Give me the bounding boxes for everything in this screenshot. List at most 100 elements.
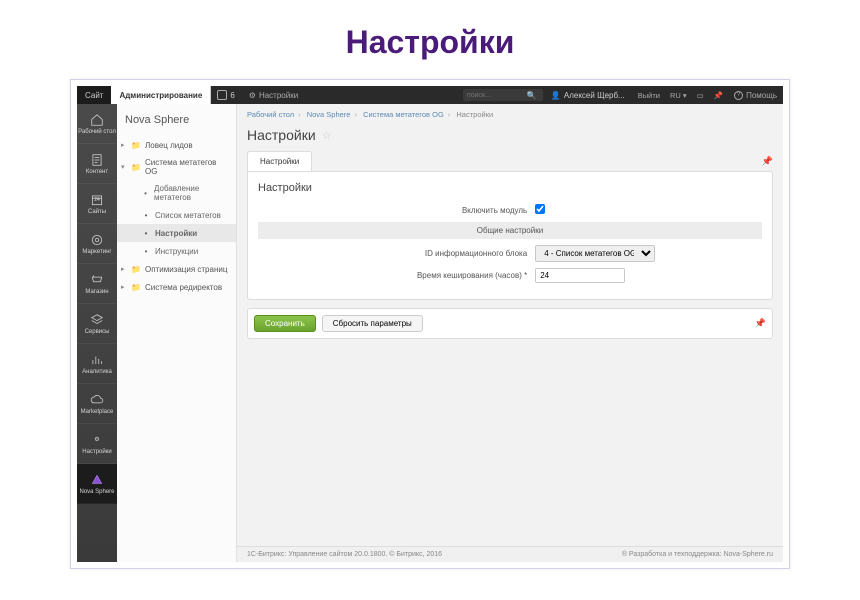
search-icon: 🔍 bbox=[527, 91, 537, 100]
reset-button[interactable]: Сбросить параметры bbox=[322, 315, 423, 332]
gear-icon: ⚙ bbox=[90, 433, 104, 447]
topbar-updates[interactable]: 6 bbox=[211, 86, 240, 104]
module-tree: ▸📁Ловец лидов ▾📁Система метатегов OG •До… bbox=[117, 136, 236, 296]
cache-input[interactable] bbox=[535, 268, 625, 283]
tree-og-settings[interactable]: •Настройки bbox=[117, 224, 236, 242]
app-window: Сайт Администрирование 6 ⚙ Настройки 🔍 👤… bbox=[77, 86, 783, 562]
footer: 1С-Битрикс: Управление сайтом 20.0.1800.… bbox=[237, 546, 783, 562]
section-common: Общие настройки bbox=[258, 222, 762, 239]
tree-og-instructions[interactable]: •Инструкции bbox=[117, 242, 236, 260]
user-name: Алексей Щерб... bbox=[564, 91, 625, 100]
tabs-bar: Настройки 📌 bbox=[237, 151, 783, 171]
user-icon: 👤 bbox=[551, 91, 561, 100]
crumb-desktop[interactable]: Рабочий стол bbox=[247, 110, 294, 119]
crumb-og[interactable]: Система метатегов OG bbox=[363, 110, 444, 119]
topbar-logout[interactable]: Выйти bbox=[633, 91, 665, 100]
row-cache: Время кеширования (часов) * bbox=[258, 268, 762, 283]
chart-icon bbox=[90, 353, 104, 367]
iblock-select[interactable]: 4 - Список метатегов OG bbox=[535, 245, 655, 262]
stack-icon bbox=[90, 313, 104, 327]
left-iconbar: Рабочий стол Контент 24Сайты Маркетинг М… bbox=[77, 104, 117, 562]
leftbar-shop[interactable]: Магазин bbox=[77, 264, 117, 304]
logo-icon bbox=[90, 473, 104, 487]
topbar: Сайт Администрирование 6 ⚙ Настройки 🔍 👤… bbox=[77, 86, 783, 104]
pin-icon[interactable]: 📌 bbox=[755, 318, 766, 329]
topbar-user[interactable]: 👤 Алексей Щерб... bbox=[543, 91, 633, 100]
cache-label: Время кеширования (часов) * bbox=[258, 271, 535, 280]
tree-og-list[interactable]: •Список метатегов bbox=[117, 206, 236, 224]
leftbar-content[interactable]: Контент bbox=[77, 144, 117, 184]
settings-panel: Настройки Включить модуль Общие настройк… bbox=[247, 171, 773, 300]
leftbar-settings[interactable]: ⚙Настройки bbox=[77, 424, 117, 464]
chevron-down-icon: ▾ bbox=[121, 163, 125, 171]
topbar-lang[interactable]: RU ▾ bbox=[665, 91, 692, 100]
dot-icon: • bbox=[141, 228, 151, 238]
updates-count: 6 bbox=[230, 91, 234, 100]
leftbar-sites[interactable]: 24Сайты bbox=[77, 184, 117, 224]
leftbar-marketplace[interactable]: Marketplace bbox=[77, 384, 117, 424]
leftbar-marketing[interactable]: Маркетинг bbox=[77, 224, 117, 264]
tree-page-optim[interactable]: ▸📁Оптимизация страниц bbox=[117, 260, 236, 278]
dot-icon: • bbox=[141, 246, 151, 256]
leftbar-analytics[interactable]: Аналитика bbox=[77, 344, 117, 384]
tree-redirects[interactable]: ▸📁Система редиректов bbox=[117, 278, 236, 296]
app-body: Рабочий стол Контент 24Сайты Маркетинг М… bbox=[77, 104, 783, 562]
favorite-star-icon[interactable]: ☆ bbox=[322, 129, 332, 142]
gear-icon: ⚙ bbox=[249, 91, 256, 100]
module-tree-panel: Nova Sphere ▸📁Ловец лидов ▾📁Система мета… bbox=[117, 104, 237, 562]
topbar-settings-label: Настройки bbox=[259, 91, 298, 100]
chevron-right-icon: ▸ bbox=[121, 265, 125, 273]
footer-version: 1С-Битрикс: Управление сайтом 20.0.1800.… bbox=[247, 551, 442, 558]
topbar-settings-link[interactable]: ⚙ Настройки bbox=[241, 86, 306, 104]
dot-icon: • bbox=[141, 210, 151, 220]
dot-icon: • bbox=[141, 188, 150, 198]
enable-label: Включить модуль bbox=[258, 206, 535, 215]
page-title: Настройки bbox=[247, 127, 316, 143]
crumb-settings: Настройки bbox=[456, 110, 493, 119]
chevron-right-icon: ▸ bbox=[121, 283, 125, 291]
screenshot-frame: Сайт Администрирование 6 ⚙ Настройки 🔍 👤… bbox=[70, 79, 790, 569]
leftbar-services[interactable]: Сервисы bbox=[77, 304, 117, 344]
topbar-admin-tab[interactable]: Администрирование bbox=[111, 86, 211, 104]
search-input[interactable] bbox=[467, 92, 527, 99]
crumb-novasphere[interactable]: Nova Sphere bbox=[307, 110, 351, 119]
topbar-help[interactable]: ? Помощь bbox=[728, 91, 783, 100]
topbar-site-tab[interactable]: Сайт bbox=[77, 86, 111, 104]
tree-og-add[interactable]: •Добавление метатегов bbox=[117, 180, 236, 206]
target-icon bbox=[90, 233, 104, 247]
brand-title: Nova Sphere bbox=[117, 104, 236, 136]
footer-credits: ® Разработка и техподдержка: Nova-Sphere… bbox=[622, 551, 773, 558]
folder-icon: 📁 bbox=[131, 140, 141, 150]
outer-page-title: Настройки bbox=[0, 0, 860, 79]
cloud-icon bbox=[90, 393, 104, 407]
topbar-search[interactable]: 🔍 bbox=[463, 89, 543, 101]
calendar-icon: 24 bbox=[90, 193, 104, 207]
doc-icon bbox=[90, 153, 104, 167]
breadcrumb: Рабочий стол› Nova Sphere› Система метат… bbox=[237, 104, 783, 125]
folder-icon: 📁 bbox=[131, 282, 141, 292]
tree-lead-catcher[interactable]: ▸📁Ловец лидов bbox=[117, 136, 236, 154]
folder-icon: 📁 bbox=[131, 264, 141, 274]
help-label: Помощь bbox=[746, 91, 777, 100]
row-enable-module: Включить модуль bbox=[258, 204, 762, 216]
home-icon bbox=[90, 113, 104, 127]
panel-title: Настройки bbox=[258, 182, 762, 194]
help-icon: ? bbox=[734, 91, 743, 100]
save-button[interactable]: Сохранить bbox=[254, 315, 316, 332]
actions-bar: Сохранить Сбросить параметры 📌 bbox=[247, 308, 773, 339]
enable-checkbox[interactable] bbox=[535, 204, 545, 214]
row-iblock: ID информационного блока 4 - Список мета… bbox=[258, 245, 762, 262]
main-area: Рабочий стол› Nova Sphere› Система метат… bbox=[237, 104, 783, 562]
pin-icon[interactable]: 📌 bbox=[762, 151, 773, 167]
chevron-right-icon: ▸ bbox=[121, 141, 125, 149]
leftbar-desktop[interactable]: Рабочий стол bbox=[77, 104, 117, 144]
updates-icon bbox=[217, 90, 227, 100]
tree-og-system[interactable]: ▾📁Система метатегов OG bbox=[117, 154, 236, 180]
iblock-label: ID информационного блока bbox=[258, 249, 535, 258]
folder-icon: 📁 bbox=[131, 162, 141, 172]
page-heading-row: Настройки ☆ bbox=[237, 125, 783, 151]
tab-settings[interactable]: Настройки bbox=[247, 151, 312, 171]
leftbar-novasphere[interactable]: Nova Sphere bbox=[77, 464, 117, 504]
topbar-icon-a[interactable]: ▭ bbox=[692, 91, 709, 100]
topbar-icon-b[interactable]: 📌 bbox=[709, 91, 728, 100]
